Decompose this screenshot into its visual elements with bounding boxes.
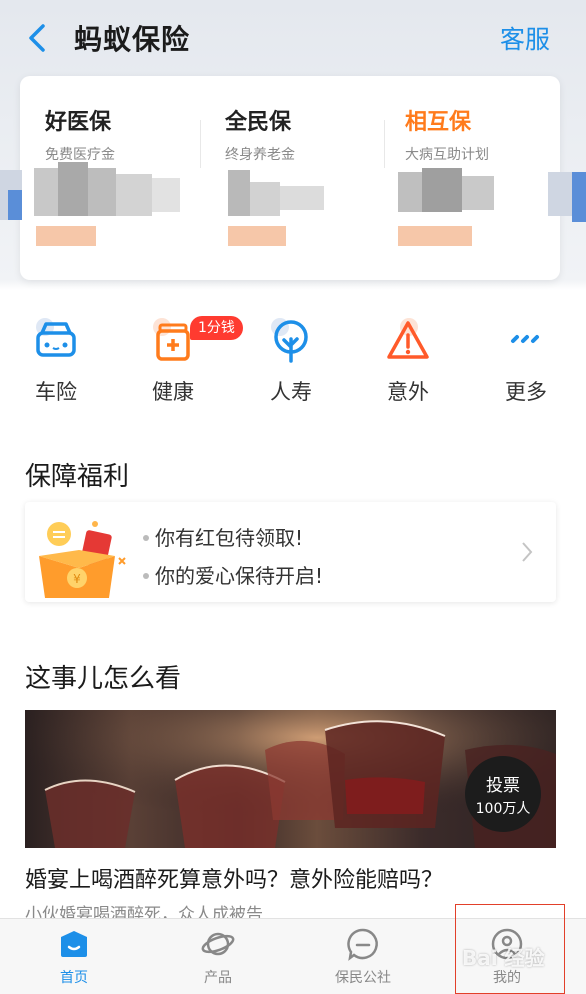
tab-products[interactable]: 产品 — [158, 927, 278, 987]
vote-button[interactable]: 投票 100万人 — [465, 756, 541, 832]
article-title[interactable]: 婚宴上喝酒醉死算意外吗？意外险能赔吗？ — [25, 862, 443, 894]
category-label: 车险 — [35, 380, 77, 404]
home-icon — [61, 931, 87, 957]
chat-bubble-icon — [347, 928, 378, 961]
benefit-line: 你的爱心保待开启! — [143, 560, 323, 589]
mosaic-redaction — [0, 160, 586, 270]
category-car[interactable]: 车险 — [6, 312, 106, 406]
category-label: 意外 — [387, 380, 429, 404]
tree-icon — [263, 312, 319, 368]
plan-quanminbao[interactable]: 全民保 终身养老金 — [225, 104, 395, 164]
health-promo-badge: 1分钱 — [190, 316, 243, 340]
benefit-text: 你的爱心保待开启! — [155, 564, 324, 588]
plan-title: 好医保 — [45, 110, 112, 135]
bullet-dot — [143, 534, 149, 541]
planet-icon — [201, 932, 235, 956]
red-envelope-gift-icon: ¥ — [39, 521, 126, 598]
svg-text:¥: ¥ — [73, 572, 81, 586]
vote-label: 投票 — [486, 775, 520, 796]
nav-bar: 蚂蚁保险 客服 — [0, 0, 586, 76]
bullet-dot — [143, 572, 149, 579]
page-title: 蚂蚁保险 — [74, 23, 191, 56]
plan-haoyibao[interactable]: 好医保 免费医疗金 — [45, 104, 215, 164]
category-label: 更多 — [505, 380, 547, 404]
insurance-home-page: 蚂蚁保险 客服 好医保 免费医疗金 全民保 终身养老金 相互保 大病互助计划 车… — [0, 0, 586, 994]
chevron-right-icon — [522, 542, 533, 562]
benefit-line: 你有红包待领取! — [143, 522, 303, 551]
tab-home[interactable]: 首页 — [14, 927, 134, 987]
tab-label: 首页 — [60, 970, 88, 986]
category-label: 健康 — [152, 380, 194, 404]
car-icon — [28, 312, 84, 368]
baidu-watermark: Bai 经验 — [462, 946, 545, 970]
category-label: 人寿 — [270, 380, 312, 404]
benefits-card[interactable]: ¥ 你有红包待领取! 你的爱心保待开启! — [25, 502, 556, 602]
category-accident[interactable]: 意外 — [358, 312, 458, 406]
plan-title: 全民保 — [225, 110, 292, 135]
warning-icon — [380, 312, 436, 368]
chevron-left-icon — [29, 24, 45, 52]
category-more[interactable]: 更多 — [476, 312, 576, 406]
tab-label: 产品 — [204, 970, 232, 986]
more-icon — [498, 312, 554, 368]
tab-label: 保民公社 — [335, 970, 391, 986]
tab-community[interactable]: 保民公社 — [303, 927, 423, 987]
benefit-text: 你有红包待领取! — [155, 526, 304, 550]
category-life[interactable]: 人寿 — [241, 312, 341, 406]
back-button[interactable] — [22, 22, 52, 54]
vote-count: 100万人 — [475, 800, 531, 817]
plan-xianghubao[interactable]: 相互保 大病互助计划 — [405, 104, 575, 164]
discussion-section-title: 这事儿怎么看 — [25, 664, 182, 694]
plan-title: 相互保 — [405, 110, 472, 135]
customer-service-button[interactable]: 客服 — [500, 20, 550, 56]
benefits-section-title: 保障福利 — [25, 462, 130, 492]
category-row: 车险 健康 人寿 意外 更多 — [0, 312, 586, 412]
